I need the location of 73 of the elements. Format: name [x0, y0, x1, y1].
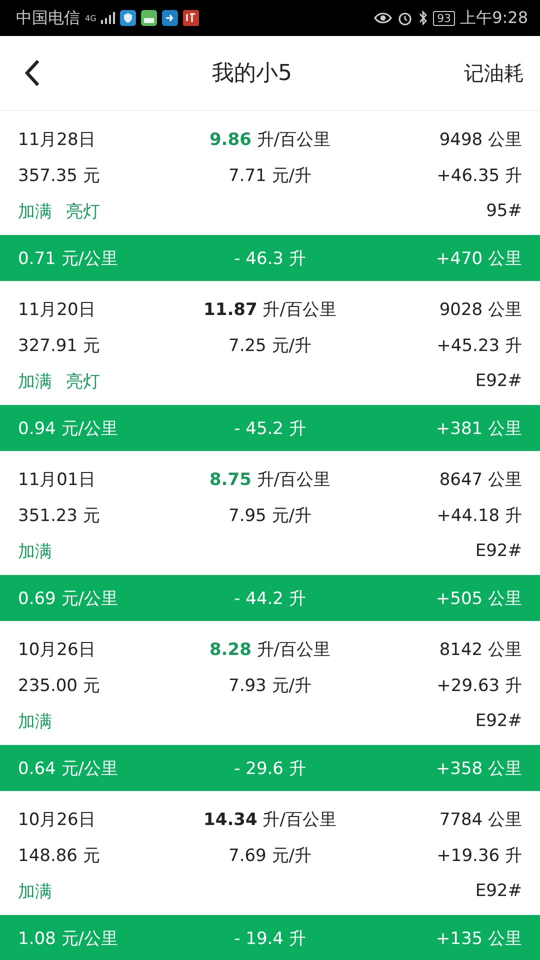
signal-icon [101, 12, 116, 24]
fuel-price: 7.93 元/升 [228, 674, 312, 696]
record-tag: 加满 [18, 880, 52, 902]
fuel-grade: E92# [474, 541, 522, 561]
distance-driven: +505 公里 [434, 588, 522, 610]
record-tag: 加满 [18, 370, 52, 392]
fuel-price: 7.69 元/升 [228, 844, 312, 866]
fuel-grade: E92# [474, 371, 522, 391]
fuel-consumption: 11.87 升/百公里 [202, 298, 338, 320]
fuel-used: - 46.3 升 [233, 248, 307, 270]
fuel-price: 7.25 元/升 [228, 334, 312, 356]
fill-cost: 351.23 元 [18, 504, 101, 526]
fuel-used: - 44.2 升 [233, 588, 307, 610]
eye-icon [374, 11, 392, 25]
fill-volume: +29.63 升 [436, 674, 522, 696]
fuel-consumption: 8.28 升/百公里 [208, 638, 332, 660]
distance-driven: +358 公里 [434, 758, 522, 780]
bluetooth-icon [418, 10, 428, 26]
fill-cost: 327.91 元 [18, 334, 101, 356]
fuel-consumption: 8.75 升/百公里 [208, 468, 332, 490]
fill-cost: 357.35 元 [18, 164, 101, 186]
carrier-name: 中国电信 [16, 8, 80, 28]
odometer-reading: 9028 公里 [438, 298, 522, 320]
fill-date: 11月20日 [18, 298, 96, 320]
cost-per-km: 1.08 元/公里 [18, 928, 119, 950]
fill-cost: 148.86 元 [18, 844, 101, 866]
fill-volume: +45.23 升 [436, 334, 522, 356]
fill-date: 11月01日 [18, 468, 96, 490]
log-fuel-button[interactable]: 记油耗 [464, 60, 524, 86]
cost-per-km: 0.94 元/公里 [18, 418, 119, 440]
shield-icon [120, 10, 136, 26]
fuel-consumption: 9.86 升/百公里 [208, 128, 332, 150]
fill-cost: 235.00 元 [18, 674, 101, 696]
fuel-grade: E92# [474, 711, 522, 731]
app-icon [162, 10, 178, 26]
record-tag: 加满 [18, 200, 52, 222]
network-type: 4G [85, 14, 96, 22]
cost-per-km: 0.69 元/公里 [18, 588, 119, 610]
record-tag: 亮灯 [66, 200, 100, 222]
app-icon [183, 10, 200, 26]
alarm-icon [397, 10, 414, 26]
fuel-grade: 95# [485, 201, 522, 221]
distance-driven: +135 公里 [434, 928, 522, 950]
page-title: 我的小5 [212, 60, 292, 88]
fuel-price: 7.95 元/升 [228, 504, 312, 526]
back-button[interactable] [24, 59, 40, 87]
odometer-reading: 7784 公里 [438, 808, 522, 830]
fill-date: 10月26日 [18, 808, 96, 830]
fuel-consumption: 14.34 升/百公里 [202, 808, 338, 830]
fuel-used: - 45.2 升 [233, 418, 307, 440]
odometer-reading: 8142 公里 [438, 638, 522, 660]
fuel-grade: E92# [474, 881, 522, 901]
fill-date: 10月26日 [18, 638, 96, 660]
odometer-reading: 9498 公里 [438, 128, 522, 150]
fill-volume: +46.35 升 [436, 164, 522, 186]
record-tag: 加满 [18, 540, 52, 562]
fuel-price: 7.71 元/升 [228, 164, 312, 186]
cost-per-km: 0.71 元/公里 [18, 248, 119, 270]
back-icon [24, 59, 40, 87]
clock-time: 上午9:28 [460, 8, 528, 28]
distance-driven: +381 公里 [434, 418, 522, 440]
record-tag: 亮灯 [66, 370, 100, 392]
record-tag: 加满 [18, 710, 52, 732]
odometer-reading: 8647 公里 [438, 468, 522, 490]
battery-level: 93 [433, 10, 456, 26]
fill-date: 11月28日 [18, 128, 96, 150]
fill-volume: +19.36 升 [436, 844, 522, 866]
distance-driven: +470 公里 [434, 248, 522, 270]
fuel-used: - 19.4 升 [233, 928, 307, 950]
app-icon [141, 10, 158, 26]
fill-volume: +44.18 升 [436, 504, 522, 526]
cost-per-km: 0.64 元/公里 [18, 758, 119, 780]
fuel-used: - 29.6 升 [233, 758, 307, 780]
